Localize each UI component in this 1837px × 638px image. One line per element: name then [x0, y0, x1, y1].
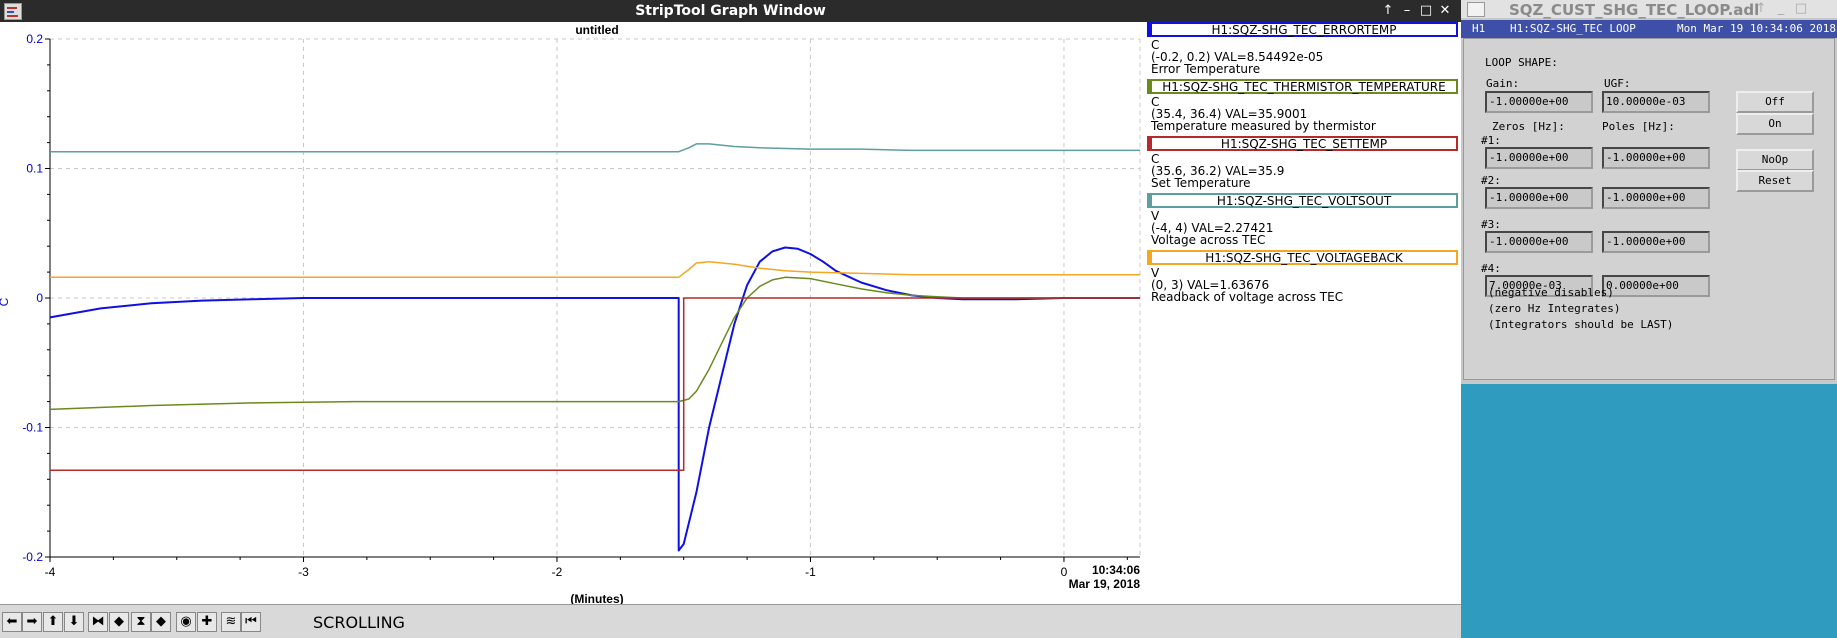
legend-trace-name[interactable]: H1:SQZ-SHG_TEC_SETTEMP: [1147, 136, 1458, 151]
y-tick-label: 0: [36, 291, 43, 305]
y-tick-label: -0.1: [22, 421, 43, 435]
row-label: #4:: [1481, 262, 1501, 275]
medm-raise-button[interactable]: ↑: [1753, 1, 1769, 17]
legend-trace-desc: Readback of voltage across TEC: [1151, 290, 1344, 304]
row-label: #1:: [1481, 134, 1501, 147]
medm-minimize-button[interactable]: _: [1773, 1, 1789, 17]
arrow-right-icon[interactable]: ➡: [22, 612, 42, 632]
zoom-in-x-icon[interactable]: ⧓: [88, 612, 108, 632]
x-axis-label: (Minutes): [570, 592, 623, 604]
striptool-titlebar[interactable]: StripTool Graph Window ↑ – □ ✕: [0, 0, 1461, 22]
striptool-window-title: StripTool Graph Window: [635, 3, 826, 19]
note-integrators: (Integrators should be LAST): [1488, 318, 1674, 331]
zero-field[interactable]: -1.00000e+00: [1485, 231, 1593, 253]
pause-icon[interactable]: ⏮: [241, 612, 261, 632]
y-tick-label: -0.2: [22, 550, 43, 564]
timestamp-time: 10:34:06: [1092, 563, 1140, 577]
off-button[interactable]: Off: [1736, 91, 1814, 113]
x-tick-label: 0: [1061, 565, 1068, 579]
raise-window-button[interactable]: ↑: [1380, 3, 1396, 19]
zoom-in-y-icon[interactable]: ⧗: [131, 612, 151, 632]
header-ifo: H1: [1472, 22, 1486, 35]
legend-trace-desc: Voltage across TEC: [1151, 233, 1266, 247]
medm-body: LOOP SHAPE: Gain: UGF: -1.00000e+00 10.0…: [1463, 38, 1835, 380]
maximize-button[interactable]: □: [1418, 3, 1434, 19]
strip-chart[interactable]: untitled 0.2 0.1 0 -0.1 -0.2-4 -3 -2 -1 0 C (Min…: [0, 22, 1144, 604]
x-tick-label: -2: [552, 565, 563, 579]
header-loop-name: H1:SQZ-SHG_TEC LOOP: [1510, 22, 1636, 35]
reset-button[interactable]: Reset: [1736, 170, 1814, 192]
row-label: #2:: [1481, 174, 1501, 187]
legend-trace-name[interactable]: H1:SQZ-SHG_TEC_ERRORTEMP: [1147, 22, 1458, 37]
zero-field[interactable]: -1.00000e+00: [1485, 147, 1593, 169]
legend-trace-name[interactable]: H1:SQZ-SHG_TEC_VOLTSOUT: [1147, 193, 1458, 208]
ugf-field[interactable]: 10.00000e-03: [1602, 91, 1710, 113]
close-button[interactable]: ✕: [1437, 3, 1453, 19]
legend-trace-name[interactable]: H1:SQZ-SHG_TEC_VOLTAGEBACK: [1147, 250, 1458, 265]
medm-loop-window: SQZ_CUST_SHG_TEC_LOOP.adl ↑ _ □ H1 H1:SQ…: [1461, 0, 1837, 384]
arrow-up-icon[interactable]: ⬆: [43, 612, 63, 632]
scrolling-mode-label: SCROLLING: [313, 613, 405, 632]
medm-window-title: SQZ_CUST_SHG_TEC_LOOP.adl: [1509, 1, 1760, 19]
arrow-left-icon[interactable]: ⬅: [2, 612, 22, 632]
note-negative-disables: (negative disables): [1488, 286, 1614, 299]
refresh-icon[interactable]: ≋: [221, 612, 241, 632]
y-axis-unit-label: C: [0, 297, 11, 306]
legend-trace-desc: Set Temperature: [1151, 176, 1251, 190]
minimize-button[interactable]: –: [1399, 3, 1415, 19]
y-tick-label: 0.1: [26, 162, 43, 176]
note-zero-hz: (zero Hz Integrates): [1488, 302, 1621, 315]
legend-trace-desc: Error Temperature: [1151, 62, 1261, 76]
x-tick-label: -1: [805, 565, 816, 579]
legend-trace-name[interactable]: H1:SQZ-SHG_TEC_THERMISTOR_TEMPERATURE: [1147, 79, 1458, 94]
row-label: #3:: [1481, 218, 1501, 231]
zoom-out-y-icon[interactable]: ◆: [151, 612, 171, 632]
timestamp-date: Mar 19, 2018: [1069, 577, 1141, 591]
medm-header-bar: H1 H1:SQZ-SHG_TEC LOOP Mon Mar 19 10:34:…: [1461, 20, 1837, 38]
striptool-toolbar: ⬅ ➡ ⬆ ⬇ ⧓ ◆ ⧗ ◆ ◉ ✚ ≋ ⏮ SCROLLING: [0, 604, 1461, 638]
x-tick-label: -3: [298, 565, 309, 579]
noop-button[interactable]: NoOp: [1736, 149, 1814, 171]
zoom-out-x-icon[interactable]: ◆: [109, 612, 129, 632]
gain-field[interactable]: -1.00000e+00: [1485, 91, 1593, 113]
striptool-window: StripTool Graph Window ↑ – □ ✕ untitled …: [0, 0, 1461, 638]
gain-label: Gain:: [1486, 77, 1520, 90]
graph-title: untitled: [575, 23, 618, 37]
ugf-label: UGF:: [1604, 77, 1631, 90]
y-tick-label: 0.2: [26, 32, 43, 46]
medm-titlebar[interactable]: SQZ_CUST_SHG_TEC_LOOP.adl ↑ _ □: [1461, 0, 1837, 19]
crosshair-icon[interactable]: ✚: [197, 612, 217, 632]
zero-field[interactable]: -1.00000e+00: [1485, 187, 1593, 209]
pole-field[interactable]: 0.00000e+00: [1602, 275, 1710, 297]
pole-field[interactable]: -1.00000e+00: [1602, 231, 1710, 253]
medm-maximize-button[interactable]: □: [1793, 1, 1809, 17]
x-tick-label: -4: [45, 565, 56, 579]
header-date: Mon Mar 19 10:34:06 2018: [1677, 22, 1836, 35]
poles-label: Poles [Hz]:: [1602, 120, 1675, 133]
arrow-down-icon[interactable]: ⬇: [64, 612, 84, 632]
pole-field[interactable]: -1.00000e+00: [1602, 147, 1710, 169]
record-icon[interactable]: ◉: [176, 612, 196, 632]
legend-panel: H1:SQZ-SHG_TEC_ERRORTEMP C (-0.2, 0.2) VAL…: [1144, 22, 1461, 602]
loop-shape-label: LOOP SHAPE:: [1485, 56, 1558, 69]
zeros-label: Zeros [Hz]:: [1492, 120, 1565, 133]
medm-app-icon[interactable]: [1467, 2, 1485, 17]
legend-trace-desc: Temperature measured by thermistor: [1151, 119, 1376, 133]
pole-field[interactable]: -1.00000e+00: [1602, 187, 1710, 209]
on-button[interactable]: On: [1736, 113, 1814, 135]
